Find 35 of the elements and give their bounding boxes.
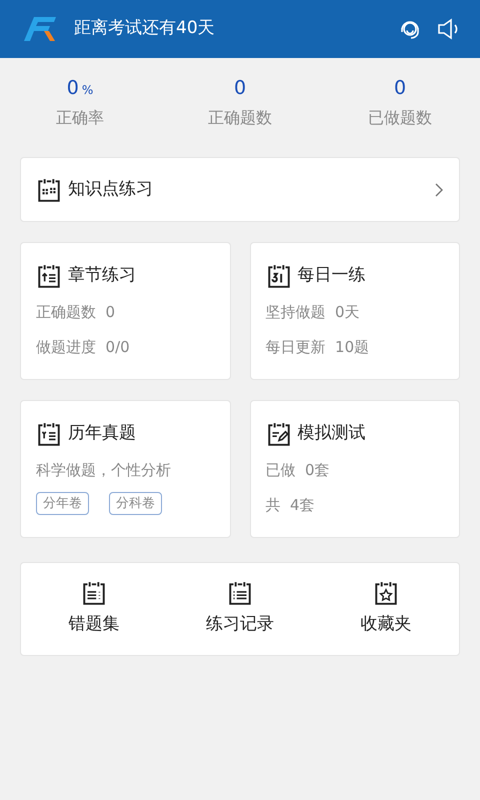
practice-card[interactable]: 每日一练 坚持做题 0天 每日更新 10题: [250, 242, 460, 380]
card-title: 章节练习: [68, 264, 136, 288]
card-info: 做题进度 0/0: [36, 336, 131, 358]
card-title: 每日一练: [298, 264, 366, 288]
card-info: 坚持做题 0天: [266, 302, 361, 323]
stat-unit: %: [82, 82, 94, 99]
calendar-icon: [266, 263, 292, 289]
card-title: 模拟测试: [298, 422, 366, 446]
stat-label: 正确率: [56, 107, 104, 129]
card-info: 共 4套: [266, 494, 316, 516]
shortcut-button[interactable]: 错题集: [21, 580, 167, 638]
stat-label: 已做题数: [368, 107, 432, 129]
stat-value: 0: [234, 76, 246, 100]
card-title: 历年真题: [68, 422, 136, 446]
paper-tag[interactable]: 分科卷: [109, 492, 162, 515]
stat-value: 0: [394, 76, 406, 100]
calendar-icon: [36, 421, 62, 447]
header-title: 距离考试还有40天: [74, 17, 215, 40]
card-info: 已做 0套: [266, 460, 331, 481]
card-info: 科学做题，个性分析: [36, 460, 172, 481]
stat-value: 0: [66, 76, 79, 100]
calendar-icon: [266, 421, 292, 447]
practice-card[interactable]: 模拟测试 已做 0套 共 4套: [250, 400, 460, 538]
knowledge-practice-card[interactable]: 知识点练习: [20, 157, 460, 222]
practice-card[interactable]: 历年真题 科学做题，个性分析 分年卷 分科卷: [20, 400, 230, 538]
practice-card[interactable]: 章节练习 正确题数 0 做题进度 0/0: [20, 242, 230, 380]
chevron-right-icon: [434, 182, 444, 198]
calendar-icon: [36, 263, 62, 289]
stat-label: 正确题数: [208, 107, 272, 129]
card-info: 每日更新 10题: [266, 336, 370, 358]
shortcut-button[interactable]: 练习记录: [167, 580, 313, 638]
calendar-grid-icon: [36, 176, 62, 202]
card-info: 正确题数 0: [36, 302, 116, 323]
shortcut-button[interactable]: 收藏夹: [313, 580, 459, 638]
paper-tag[interactable]: 分年卷: [36, 492, 89, 515]
